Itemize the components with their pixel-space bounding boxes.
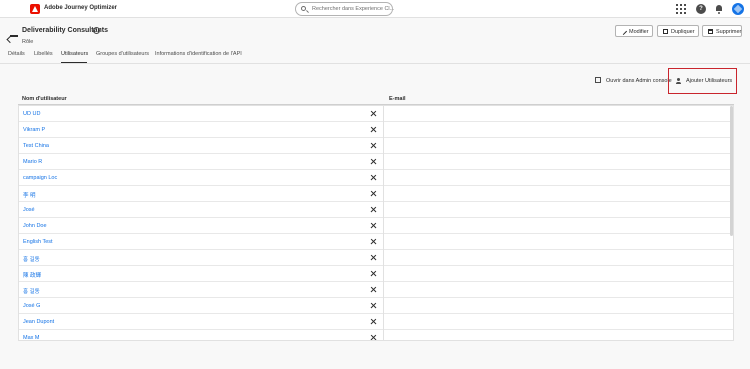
pencil-icon	[619, 27, 628, 36]
remove-icon[interactable]	[370, 126, 377, 133]
user-name-link[interactable]: José G	[23, 303, 40, 309]
user-name-link[interactable]: Jean Dupont	[23, 319, 54, 325]
table-row[interactable]: campaign Loc	[19, 170, 733, 186]
search-icon	[301, 6, 306, 11]
edit-button[interactable]: Modifier	[615, 25, 653, 37]
info-icon[interactable]: i	[93, 27, 100, 34]
remove-icon[interactable]	[370, 270, 377, 277]
delete-button-label: Supprimer	[716, 28, 742, 35]
table-row[interactable]: 陳 政輝	[19, 266, 733, 282]
table-row[interactable]: Vikram P	[19, 122, 733, 138]
remove-icon[interactable]	[370, 206, 377, 213]
search-placeholder: Rechercher dans Experience Cl...	[312, 6, 395, 12]
user-name-link[interactable]: UD UD	[23, 111, 40, 117]
table-scrollbar[interactable]	[730, 106, 733, 236]
edit-button-label: Modifier	[629, 28, 649, 35]
table-row[interactable]: José	[19, 202, 733, 218]
remove-icon[interactable]	[370, 110, 377, 117]
table-row[interactable]: José G	[19, 298, 733, 314]
tabs-divider	[0, 63, 750, 64]
app-name[interactable]: Adobe Journey Optimizer	[44, 5, 117, 11]
column-header-email[interactable]: E-mail	[389, 96, 406, 102]
trash-icon	[708, 29, 713, 34]
user-name-link[interactable]: John Doe	[23, 223, 47, 229]
user-name-link[interactable]: Vikram P	[23, 127, 45, 133]
column-divider	[383, 106, 384, 340]
table-row[interactable]: 李 明	[19, 186, 733, 202]
tab-api-credentials[interactable]: Informations d'identification de l'API	[155, 51, 242, 57]
table-row[interactable]: Jean Dupont	[19, 314, 733, 330]
top-bar: Adobe Journey Optimizer Rechercher dans …	[0, 0, 750, 18]
table-row[interactable]: 홍 길동	[19, 282, 733, 298]
users-table: UD UD Vikram P Test China Mario R campai…	[18, 105, 734, 341]
remove-icon[interactable]	[370, 190, 377, 197]
duplicate-button[interactable]: Dupliquer	[657, 25, 699, 37]
user-name-link[interactable]: 홍 길동	[23, 287, 40, 295]
user-name-link[interactable]: Max M	[23, 335, 40, 340]
user-name-link[interactable]: 陳 政輝	[23, 271, 41, 279]
remove-icon[interactable]	[370, 334, 377, 340]
tab-users[interactable]: Utilisateurs	[61, 51, 88, 57]
remove-icon[interactable]	[370, 222, 377, 229]
table-row[interactable]: UD UD	[19, 106, 733, 122]
table-row[interactable]: Test China	[19, 138, 733, 154]
tab-user-groups[interactable]: Groupes d'utilisateurs	[96, 51, 149, 57]
duplicate-button-label: Dupliquer	[671, 28, 695, 35]
app-switcher-icon[interactable]	[676, 4, 686, 14]
page-subtitle: Rôle	[22, 39, 34, 45]
remove-icon[interactable]	[370, 238, 377, 245]
remove-icon[interactable]	[370, 158, 377, 165]
remove-icon[interactable]	[370, 174, 377, 181]
remove-icon[interactable]	[370, 286, 377, 293]
search-input[interactable]: Rechercher dans Experience Cl...	[295, 2, 395, 16]
remove-icon[interactable]	[370, 318, 377, 325]
open-external-icon[interactable]	[595, 77, 601, 83]
user-name-link[interactable]: campaign Loc	[23, 175, 57, 181]
user-name-link[interactable]: 홍 길동	[23, 255, 40, 263]
user-name-link[interactable]: Test China	[23, 143, 49, 149]
help-icon[interactable]: ?	[696, 4, 706, 14]
column-header-username[interactable]: Nom d'utilisateur	[22, 96, 67, 102]
table-row[interactable]: English Test	[19, 234, 733, 250]
user-name-link[interactable]: Mario R	[23, 159, 42, 165]
tab-details[interactable]: Détails	[8, 51, 25, 57]
remove-icon[interactable]	[370, 254, 377, 261]
back-arrow-icon[interactable]	[10, 33, 18, 39]
user-name-link[interactable]: José	[23, 207, 35, 213]
remove-icon[interactable]	[370, 302, 377, 309]
copy-icon	[663, 29, 668, 34]
tab-labels[interactable]: Libellés	[34, 51, 53, 57]
user-avatar[interactable]	[732, 3, 744, 15]
delete-button[interactable]: Supprimer	[702, 25, 742, 37]
remove-icon[interactable]	[370, 142, 377, 149]
notifications-bell-icon[interactable]	[714, 4, 724, 14]
table-row[interactable]: Max M	[19, 330, 733, 340]
open-admin-console-link[interactable]: Ouvrir dans Admin console	[606, 78, 672, 84]
adobe-logo[interactable]	[30, 4, 40, 14]
add-user-icon[interactable]	[676, 78, 682, 84]
user-name-link[interactable]: English Test	[23, 239, 53, 245]
table-row[interactable]: 홍 길동	[19, 250, 733, 266]
add-users-button[interactable]: Ajouter Utilisateurs	[686, 78, 732, 84]
table-row[interactable]: Mario R	[19, 154, 733, 170]
user-name-link[interactable]: 李 明	[23, 191, 36, 199]
table-row[interactable]: John Doe	[19, 218, 733, 234]
